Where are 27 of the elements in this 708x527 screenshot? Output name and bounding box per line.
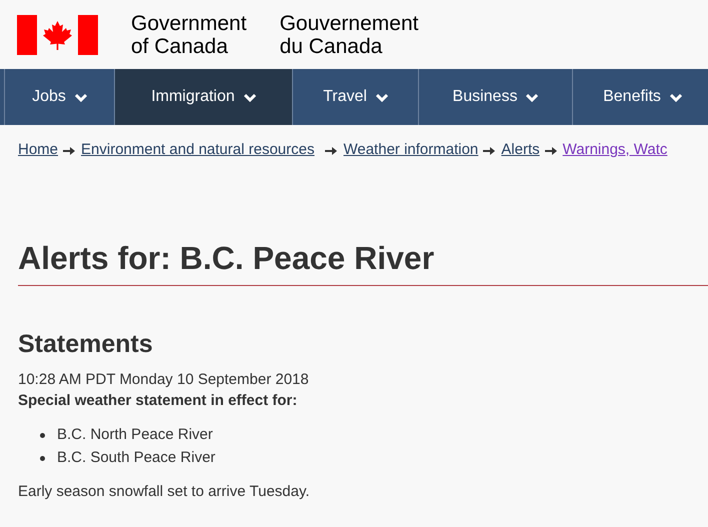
page-title: Alerts for: B.C. Peace River <box>18 239 436 278</box>
chevron-icon <box>74 92 87 102</box>
section-heading: Statements <box>18 329 154 359</box>
french-wordmark: Gouvernement du Canada <box>280 12 418 58</box>
breadcrumb-link[interactable]: Warnings, Watc <box>562 139 668 162</box>
arrow-icon <box>63 146 76 156</box>
english-wordmark: Government of Canada <box>131 12 247 58</box>
region-item: B.C. South Peace River <box>57 448 216 468</box>
breadcrumb-link[interactable]: Home <box>18 139 58 162</box>
chevron-icon <box>376 92 388 102</box>
arrow-icon <box>325 146 338 156</box>
breadcrumb-link[interactable]: Alerts <box>501 139 540 162</box>
timestamp: 10:28 AM PDT Monday 10 September 2018 <box>18 370 310 390</box>
breadcrumb-link[interactable]: Weather information <box>343 139 478 162</box>
chevron-icon <box>244 92 256 102</box>
summary-text: Early season snowfall set to arrive Tuesday. <box>18 482 311 502</box>
arrow-icon <box>483 146 496 156</box>
flag-icon <box>17 14 98 54</box>
nav-menu-item[interactable]: Immigration <box>114 69 292 125</box>
breadcrumb-link[interactable]: Environment and natural resources <box>81 139 314 162</box>
statement-heading: Special weather statement in effect for: <box>18 391 298 411</box>
bullet-icon <box>40 456 45 461</box>
bullet-icon <box>40 433 45 438</box>
chevron-icon <box>670 92 682 102</box>
region-item: B.C. North Peace River <box>57 425 213 446</box>
chevron-icon <box>526 92 538 102</box>
arrow-icon <box>544 146 557 156</box>
